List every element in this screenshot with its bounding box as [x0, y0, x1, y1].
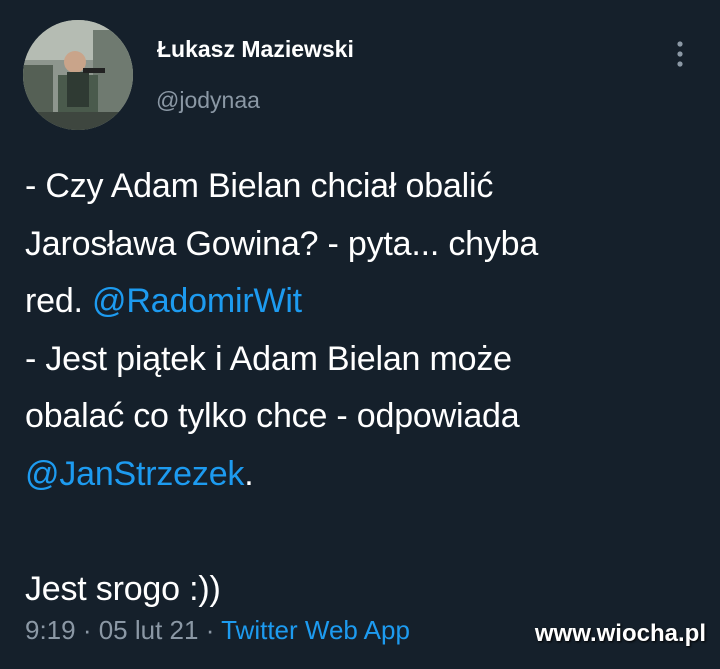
mention-link-radomirwit[interactable]: @RadomirWit: [92, 282, 302, 320]
tweet-text-line: red. @RadomirWit: [25, 273, 705, 331]
tweet-text-line: - Czy Adam Bielan chciał obalić: [25, 167, 494, 205]
more-vertical-icon: [677, 41, 683, 67]
mention-link-janstrzezek[interactable]: @JanStrzezek: [25, 455, 244, 493]
avatar-photo-icon: [23, 20, 133, 130]
tweet-meta: 9:19 · 05 lut 21 · Twitter Web App: [25, 615, 410, 646]
watermark: www.wiocha.pl: [534, 620, 706, 647]
tweet-text-line: @JanStrzezek.: [25, 446, 705, 504]
tweet-text-fragment: red.: [25, 282, 93, 320]
tweet-time[interactable]: 9:19: [25, 615, 76, 645]
tweet-text-line: Jarosława Gowina? - pyta... chyba: [25, 224, 539, 263]
more-options-button[interactable]: [662, 36, 698, 72]
meta-separator: ·: [75, 615, 99, 645]
tweet-source-link[interactable]: Twitter Web App: [221, 615, 410, 645]
tweet-text-line: obalać co tylko chce - odpowiada: [25, 397, 520, 435]
author-handle[interactable]: @jodynaa: [156, 87, 260, 114]
meta-separator: ·: [198, 615, 222, 645]
tweet-date[interactable]: 05 lut 21: [99, 615, 199, 645]
author-display-name[interactable]: Łukasz Maziewski: [157, 36, 354, 63]
tweet-text-line: Jest srogo :)): [25, 569, 221, 608]
tweet-text: - Czy Adam Bielan chciał obalić Jarosław…: [25, 158, 705, 618]
tweet-text-fragment: .: [244, 454, 254, 493]
avatar[interactable]: [23, 20, 133, 130]
tweet-text-line: - Jest piątek i Adam Bielan może: [25, 339, 512, 378]
